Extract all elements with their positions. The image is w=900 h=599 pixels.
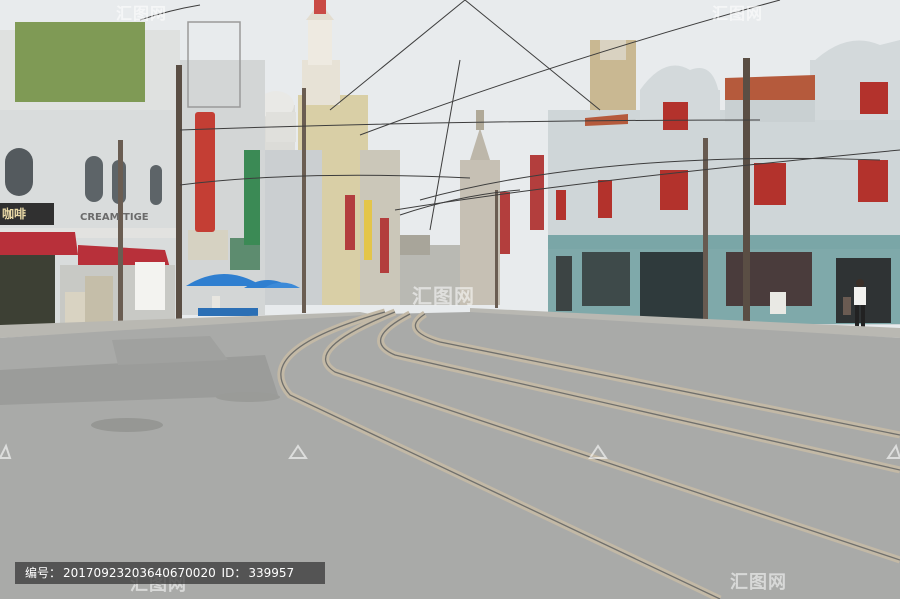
street-scene: 咖啡 CREAM TIGE 汇图网 汇图网 汇图网 汇图网 汇图网 编号： 201… [0, 0, 900, 599]
watermark-top-text: 汇图网 [116, 4, 168, 23]
id-label: 编号： [25, 566, 62, 580]
road-patch-2 [112, 336, 228, 365]
watermark-top-right: 汇图网 [712, 0, 763, 24]
left-building [0, 22, 180, 330]
cream-sign: CREAM TIGE [80, 212, 149, 223]
cafe-sign-text: 咖啡 [2, 207, 27, 221]
watermark-top-right-text: 汇图网 [712, 4, 764, 23]
manhole-cover [91, 418, 163, 432]
watermark-bottom-right-text: 汇图网 [730, 572, 787, 593]
watermark-center-text: 汇图网 [412, 284, 475, 308]
drain-cover [216, 392, 280, 402]
cafe-sign: 咖啡 [2, 205, 26, 222]
id-value: 20170923203640670020 [63, 566, 216, 580]
watermark-center: 汇图网 [412, 280, 475, 309]
cream-sign-text: CREAM TIGE [80, 212, 149, 223]
extra-label: ID： [221, 566, 247, 580]
watermark-top: 汇图网 [116, 0, 167, 24]
watermark-bottom-right: 汇图网 [730, 568, 787, 594]
image-info-bar: 编号： 20170923203640670020 ID： 339957 [15, 562, 325, 584]
extra-value: 339957 [248, 566, 295, 580]
hotel-building [180, 21, 265, 315]
